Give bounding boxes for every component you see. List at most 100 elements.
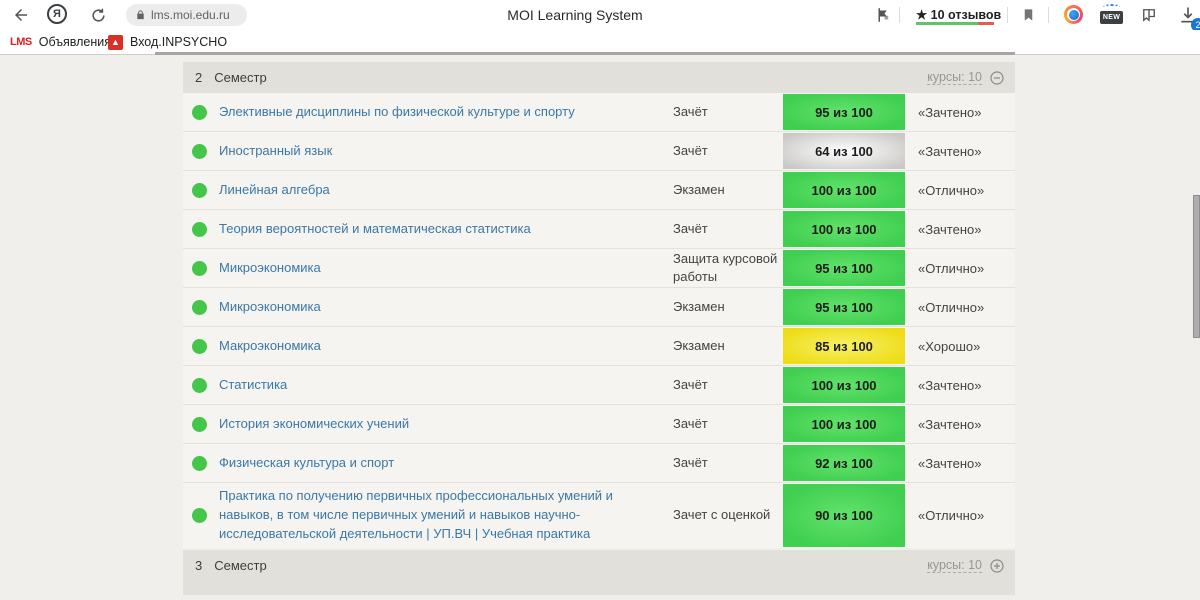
collapse-icon[interactable] (989, 70, 1005, 86)
grade-text: «Отлично» (918, 182, 985, 198)
score-badge: 100 из 100 (783, 211, 905, 247)
course-link[interactable]: Статистика (219, 372, 673, 399)
assessment-type: Зачет с оценкой (673, 507, 771, 523)
inpsycho-favicon: ▲ (108, 34, 123, 50)
address-bar[interactable]: lms.moi.edu.ru (126, 4, 247, 26)
grade-text: «Отлично» (918, 260, 985, 276)
table-row: Микроэкономика Защита курсовой работы 95… (183, 248, 1015, 287)
toolbar-separator (899, 7, 900, 23)
toolbar-separator (1048, 7, 1049, 23)
bookmark-icon[interactable] (1017, 4, 1039, 26)
back-button[interactable] (10, 4, 32, 26)
bookmarks-bar: LMS Объявления ▲ Вход.INPSYCHO (0, 30, 1200, 54)
status-dot-icon (192, 455, 207, 471)
table-row: Линейная алгебра Экзамен 100 из 100 «Отл… (183, 170, 1015, 209)
status-dot-icon (192, 377, 207, 393)
reviews-label: ★ 10 отзывов (916, 8, 1002, 22)
semester-label: Семестр (214, 557, 267, 573)
course-link[interactable]: Иностранный язык (219, 138, 673, 165)
courses-count-link[interactable]: курсы: 10 (927, 558, 982, 573)
table-row: Микроэкономика Экзамен 95 из 100 «Отличн… (183, 287, 1015, 326)
refresh-button[interactable] (87, 4, 109, 26)
score-badge: 100 из 100 (783, 406, 905, 442)
course-link[interactable]: Макроэкономика (219, 333, 673, 360)
expand-icon[interactable] (989, 558, 1005, 574)
bookmark-item-inpsycho[interactable]: ▲ Вход.INPSYCHO (108, 32, 227, 52)
grade-text: «Отлично» (918, 507, 985, 523)
assessment-type: Зачёт (673, 220, 708, 236)
status-dot-icon (192, 416, 207, 432)
yandex-icon[interactable]: Я (47, 4, 67, 24)
grade-text: «Зачтено» (918, 377, 982, 393)
status-dot-icon (192, 299, 207, 315)
course-link[interactable]: Элективные дисциплины по физической куль… (219, 99, 673, 126)
toolbar-separator (1007, 7, 1008, 23)
grade-text: «Хорошо» (918, 338, 981, 354)
extension-browser-icon[interactable] (1064, 5, 1083, 24)
protect-flag-icon[interactable] (872, 4, 894, 26)
assessment-type: Зачёт (673, 376, 708, 392)
vertical-scrollbar[interactable] (1193, 195, 1200, 338)
status-dot-icon (192, 221, 207, 237)
status-dot-icon (192, 143, 207, 159)
assessment-type: Зачёт (673, 103, 708, 119)
table-row: Статистика Зачёт 100 из 100 «Зачтено» (183, 365, 1015, 404)
courses-count-link[interactable]: курсы: 10 (927, 70, 982, 85)
assessment-type: Зачёт (673, 454, 708, 470)
page-content: 2 Семестр курсы: 10 Элективные дисциплин… (0, 55, 1200, 600)
semester-number: 3 (195, 557, 203, 573)
table-row: Иностранный язык Зачёт 64 из 100 «Зачтен… (183, 131, 1015, 170)
status-dot-icon (192, 338, 207, 354)
table-row: Элективные дисциплины по физической куль… (183, 93, 1015, 131)
course-link[interactable]: Линейная алгебра (219, 177, 673, 204)
course-link[interactable]: Микроэкономика (219, 294, 673, 321)
url-text: lms.moi.edu.ru (151, 8, 230, 22)
bookmark-item-lms[interactable]: LMS Объявления (10, 32, 111, 52)
score-badge: 100 из 100 (783, 172, 905, 208)
grade-text: «Зачтено» (918, 455, 982, 471)
table-row: Теория вероятностей и математическая ста… (183, 209, 1015, 248)
assessment-type: Экзамен (673, 337, 725, 353)
assessment-type: Зачёт (673, 142, 708, 158)
rows: Элективные дисциплины по физической куль… (183, 93, 1015, 548)
score-badge: 95 из 100 (783, 289, 905, 325)
table-row: Физическая культура и спорт Зачёт 92 из … (183, 443, 1015, 482)
score-badge: 95 из 100 (783, 94, 905, 130)
score-badge: 85 из 100 (783, 328, 905, 364)
assessment-type: Зачёт (673, 415, 708, 431)
semester-number: 2 (195, 70, 203, 85)
lms-favicon: LMS (10, 36, 32, 48)
semester-header: 2 Семестр курсы: 10 (183, 62, 1015, 93)
course-link[interactable]: Физическая культура и спорт (219, 450, 673, 477)
rating-bar (916, 22, 994, 25)
extension-new-icon[interactable]: NEW (1100, 4, 1123, 25)
status-dot-icon (192, 507, 207, 523)
grade-text: «Отлично» (918, 299, 985, 315)
score-badge: 95 из 100 (783, 250, 905, 286)
score-badge: 100 из 100 (783, 367, 905, 403)
score-badge: 64 из 100 (783, 133, 905, 169)
score-badge: 92 из 100 (783, 445, 905, 481)
semester-footer: 3 Семестр курсы: 10 (183, 549, 1015, 595)
bookmark-label: Объявления (38, 35, 112, 49)
assessment-type: Экзамен (673, 181, 725, 197)
table-row: Практика по получению первичных професси… (183, 482, 1015, 548)
score-badge: 90 из 100 (783, 484, 905, 547)
collections-icon[interactable] (1138, 4, 1160, 26)
downloads-button[interactable]: 2 (1178, 5, 1200, 32)
table-row: История экономических учений Зачёт 100 и… (183, 404, 1015, 443)
bookmark-label: Вход.INPSYCHO (130, 35, 228, 49)
grade-text: «Зачтено» (918, 416, 982, 432)
course-link[interactable]: История экономических учений (219, 411, 673, 438)
course-link[interactable]: Практика по получению первичных професси… (219, 483, 673, 548)
new-badge: NEW (1100, 11, 1123, 24)
grade-text: «Зачтено» (918, 221, 982, 237)
status-dot-icon (192, 182, 207, 198)
gradebook-table: 2 Семестр курсы: 10 Элективные дисциплин… (183, 62, 1015, 595)
site-reviews[interactable]: ★ 10 отзывов (916, 7, 1001, 22)
course-link[interactable]: Микроэкономика (219, 255, 673, 282)
status-dot-icon (192, 104, 207, 120)
course-link[interactable]: Теория вероятностей и математическая ста… (219, 216, 673, 243)
status-dot-icon (192, 260, 207, 276)
table-row: Макроэкономика Экзамен 85 из 100 «Хорошо… (183, 326, 1015, 365)
